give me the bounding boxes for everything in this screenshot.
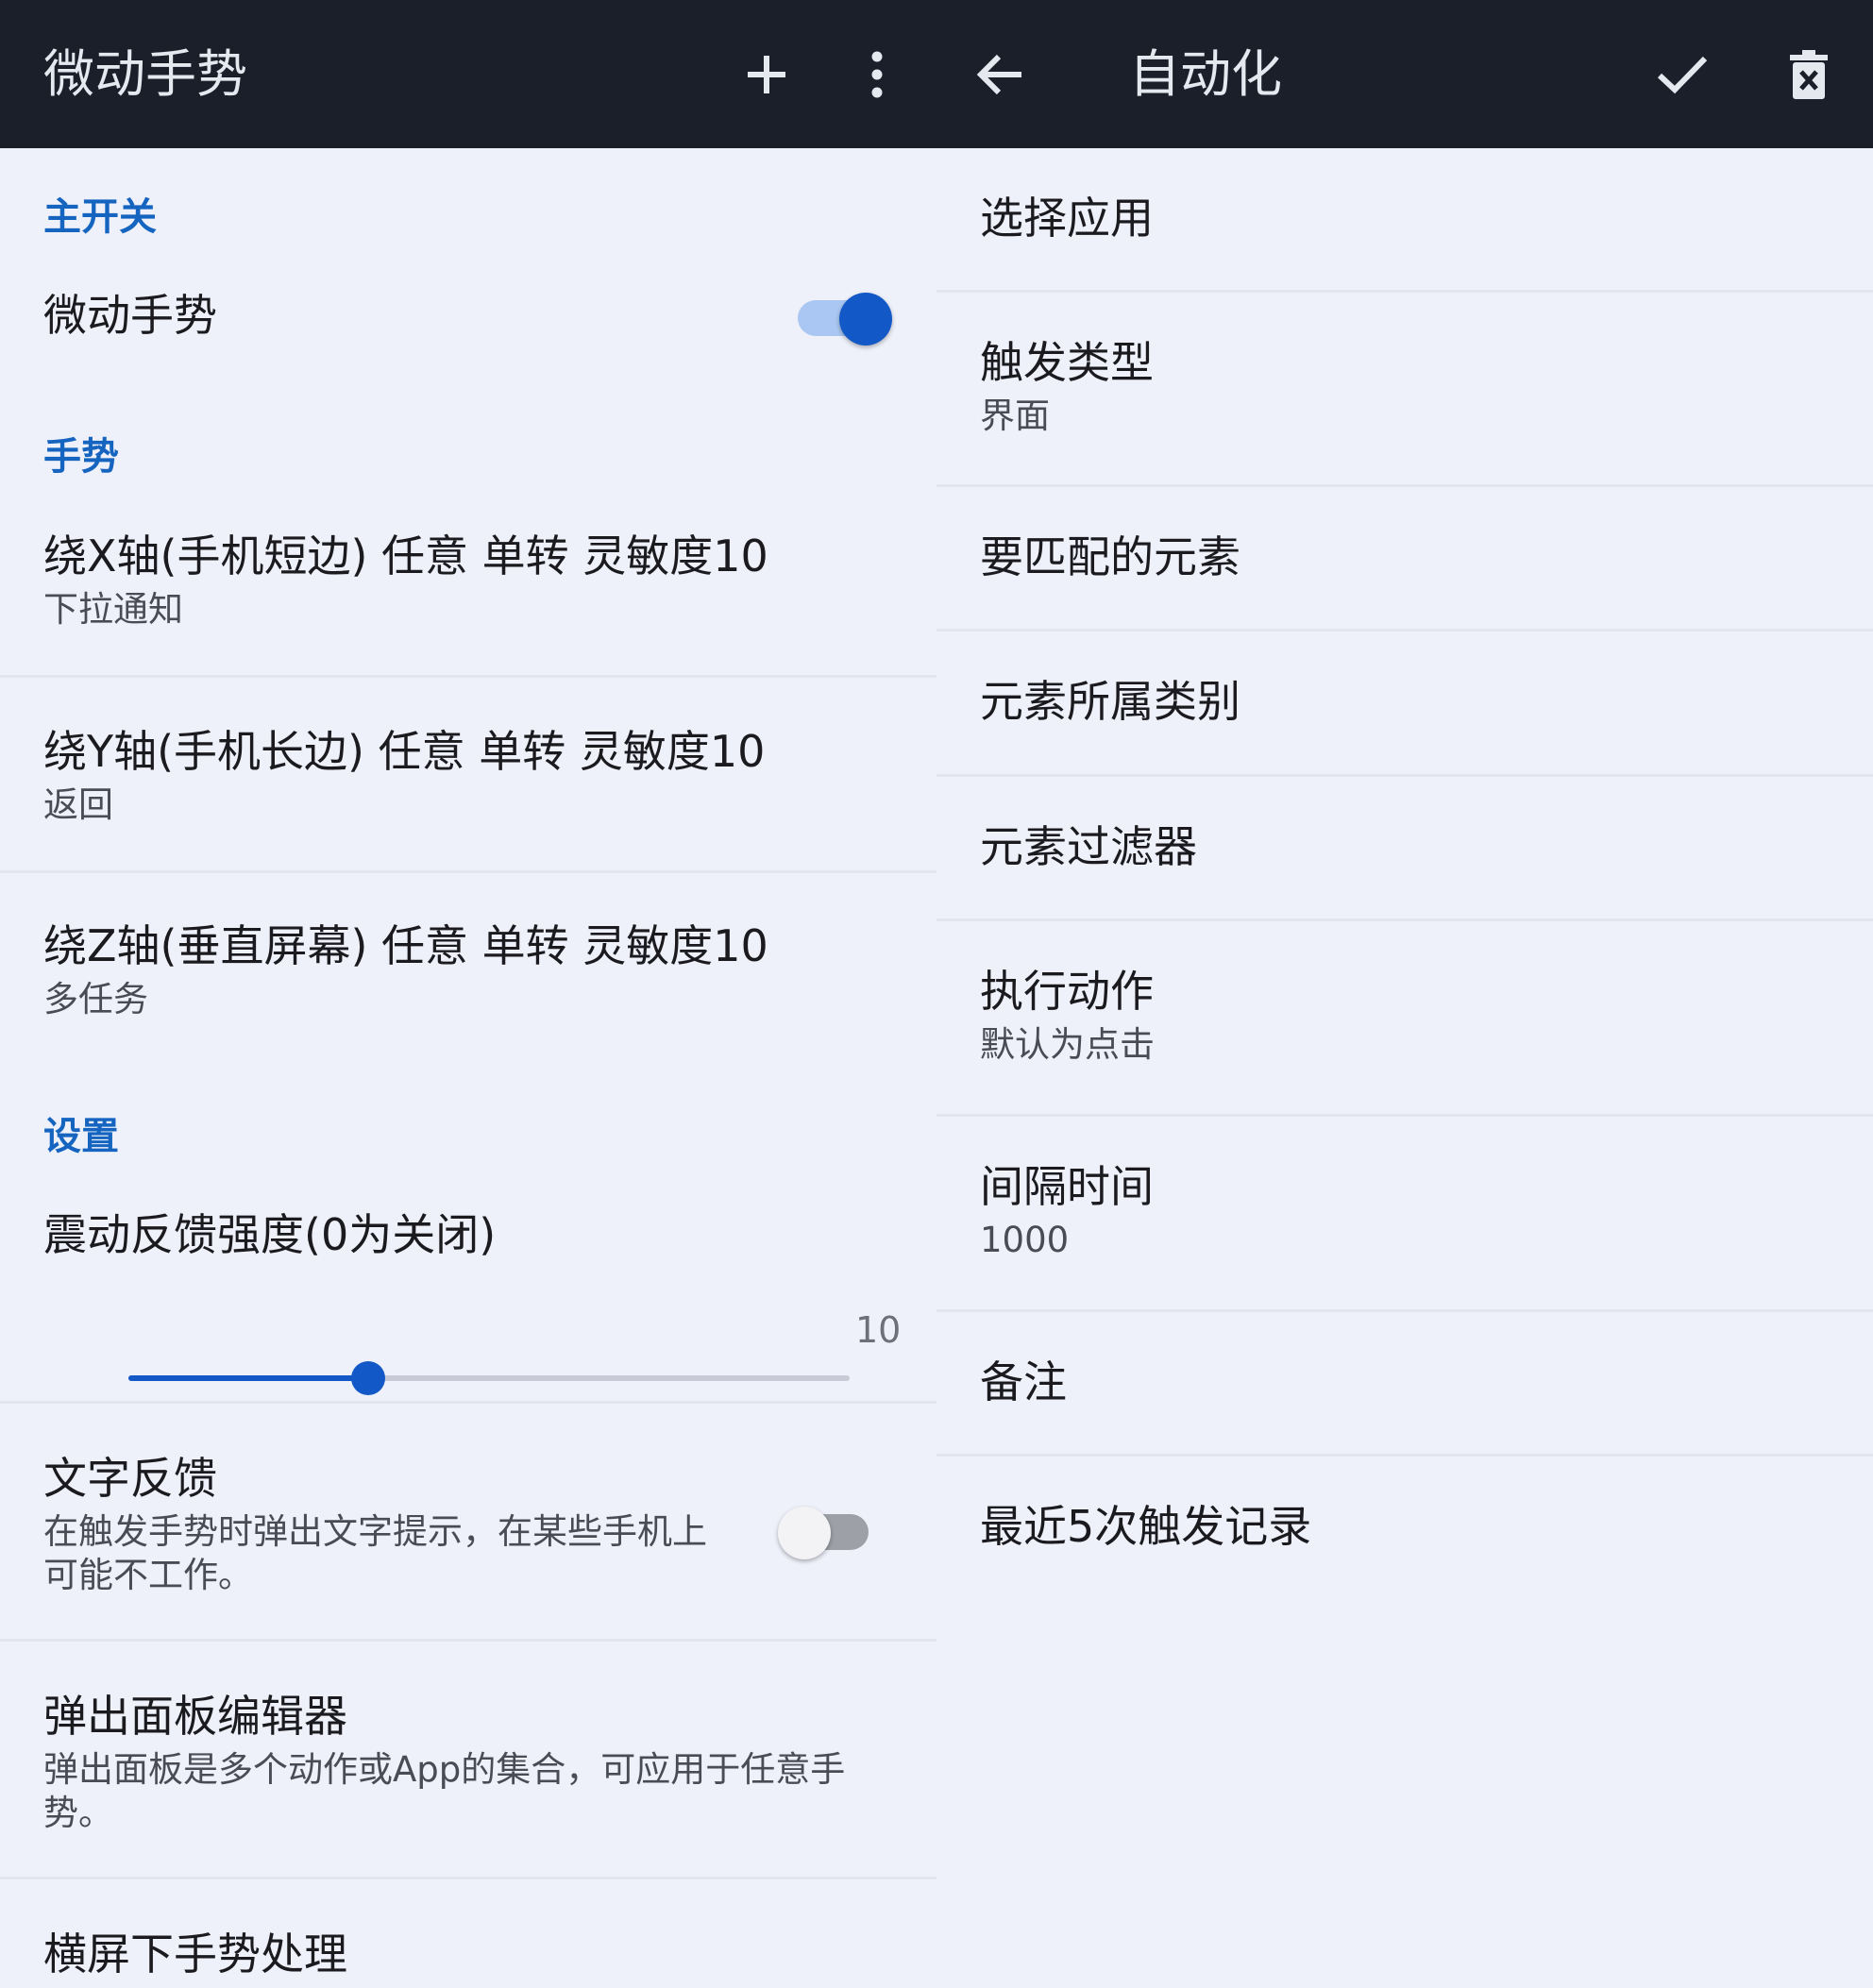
gesture-item-title: 绕Y轴(手机长边) 任意 单转 灵敏度10 bbox=[43, 726, 766, 777]
automation-item-title: 触发类型 bbox=[980, 337, 1154, 388]
automation-item-title: 间隔时间 bbox=[980, 1161, 1154, 1212]
panel-editor-row[interactable]: 弹出面板编辑器 弹出面板是多个动作或App的集合，可应用于任意手势。 bbox=[0, 1661, 936, 1878]
text-feedback-title: 文字反馈 bbox=[43, 1453, 217, 1504]
master-toggle-switch[interactable] bbox=[798, 285, 892, 345]
automation-item-title: 元素所属类别 bbox=[980, 676, 1240, 727]
back-button[interactable] bbox=[958, 32, 1043, 117]
vibration-strength-label: 震动反馈强度(0为关闭) bbox=[43, 1209, 497, 1260]
check-icon bbox=[1657, 56, 1708, 94]
panel-editor-title: 弹出面板编辑器 bbox=[43, 1691, 347, 1742]
gesture-item-action: 下拉通知 bbox=[43, 589, 183, 630]
automation-item-action[interactable]: 执行动作 默认为点击 bbox=[936, 921, 1873, 1115]
text-feedback-description: 在触发手势时弹出文字提示，在某些手机上可能不工作。 bbox=[43, 1511, 707, 1595]
automation-item-title: 选择应用 bbox=[980, 193, 1154, 244]
slider-thumb[interactable] bbox=[351, 1361, 386, 1395]
divider bbox=[0, 870, 936, 873]
more-options-button[interactable] bbox=[835, 32, 920, 117]
plus-icon bbox=[748, 56, 785, 93]
automation-item-element-filter[interactable]: 元素过滤器 bbox=[936, 777, 1873, 918]
vibration-strength-slider[interactable] bbox=[128, 1359, 850, 1397]
automation-item-title: 最近5次触发记录 bbox=[980, 1501, 1312, 1552]
automation-item-trigger-history[interactable]: 最近5次触发记录 bbox=[936, 1457, 1873, 1598]
section-header-main-switch: 主开关 bbox=[43, 195, 157, 239]
automation-item-trigger-type[interactable]: 触发类型 界面 bbox=[936, 293, 1873, 486]
text-feedback-row[interactable]: 文字反馈 在触发手势时弹出文字提示，在某些手机上可能不工作。 bbox=[0, 1424, 936, 1641]
confirm-button[interactable] bbox=[1640, 32, 1725, 117]
divider bbox=[0, 1639, 936, 1642]
arrow-back-icon bbox=[976, 54, 1021, 95]
gesture-item-z-axis[interactable]: 绕Z轴(垂直屏幕) 任意 单转 灵敏度10 多任务 bbox=[0, 914, 936, 1065]
gesture-item-x-axis[interactable]: 绕X轴(手机短边) 任意 单转 灵敏度10 下拉通知 bbox=[0, 524, 936, 675]
gesture-item-action: 多任务 bbox=[43, 979, 148, 1019]
add-button[interactable] bbox=[724, 32, 809, 117]
panel-editor-description: 弹出面板是多个动作或App的集合，可应用于任意手势。 bbox=[43, 1749, 846, 1833]
gesture-item-title: 绕Z轴(垂直屏幕) 任意 单转 灵敏度10 bbox=[43, 920, 768, 971]
automation-item-note[interactable]: 备注 bbox=[936, 1312, 1873, 1454]
automation-item-element-class[interactable]: 元素所属类别 bbox=[936, 632, 1873, 773]
automation-item-title: 元素过滤器 bbox=[980, 821, 1197, 872]
switch-thumb bbox=[839, 293, 892, 345]
automation-item-title: 备注 bbox=[980, 1356, 1067, 1407]
section-header-settings: 设置 bbox=[43, 1115, 119, 1158]
delete-icon bbox=[1790, 50, 1828, 99]
landscape-gesture-row[interactable]: 横屏下手势处理 bbox=[0, 1899, 936, 1988]
automation-item-interval[interactable]: 间隔时间 1000 bbox=[936, 1117, 1873, 1310]
left-app-bar: 微动手势 bbox=[0, 0, 936, 148]
master-toggle-row[interactable]: 微动手势 bbox=[0, 274, 936, 359]
switch-thumb bbox=[778, 1507, 831, 1559]
vibration-strength-value: 10 bbox=[855, 1309, 902, 1351]
more-vert-icon bbox=[871, 51, 883, 98]
screen-title: 自动化 bbox=[1129, 44, 1282, 104]
gesture-item-title: 绕X轴(手机短边) 任意 单转 灵敏度10 bbox=[43, 531, 768, 581]
slider-fill bbox=[128, 1375, 369, 1381]
gesture-item-action: 返回 bbox=[43, 784, 113, 825]
app-title: 微动手势 bbox=[43, 44, 247, 104]
automation-item-match-element[interactable]: 要匹配的元素 bbox=[936, 487, 1873, 629]
automation-item-title: 要匹配的元素 bbox=[980, 531, 1240, 582]
text-feedback-switch[interactable] bbox=[778, 1499, 874, 1559]
master-toggle-label: 微动手势 bbox=[43, 290, 217, 341]
gesture-settings-pane: 微动手势 主开关 微动手势 手势 绕X轴(手机短边) 任意 单转 灵敏度10 下… bbox=[0, 0, 936, 1988]
automation-item-select-app[interactable]: 选择应用 bbox=[936, 148, 1873, 290]
automation-item-value: 1000 bbox=[980, 1220, 1070, 1260]
right-app-bar: 自动化 bbox=[936, 0, 1873, 148]
gesture-item-y-axis[interactable]: 绕Y轴(手机长边) 任意 单转 灵敏度10 返回 bbox=[0, 719, 936, 870]
automation-item-title: 执行动作 bbox=[980, 966, 1154, 1017]
divider bbox=[0, 1401, 936, 1404]
delete-button[interactable] bbox=[1766, 32, 1851, 117]
automation-item-value: 界面 bbox=[980, 396, 1050, 436]
landscape-gesture-title: 横屏下手势处理 bbox=[43, 1929, 347, 1980]
automation-item-value: 默认为点击 bbox=[980, 1024, 1155, 1065]
divider bbox=[0, 1877, 936, 1879]
section-header-gestures: 手势 bbox=[43, 435, 119, 479]
divider bbox=[0, 675, 936, 678]
automation-pane: 自动化 选择应用 触发类型 界面 要匹配的元素 元素所属类别 元素过滤器 执行动… bbox=[936, 0, 1873, 1988]
